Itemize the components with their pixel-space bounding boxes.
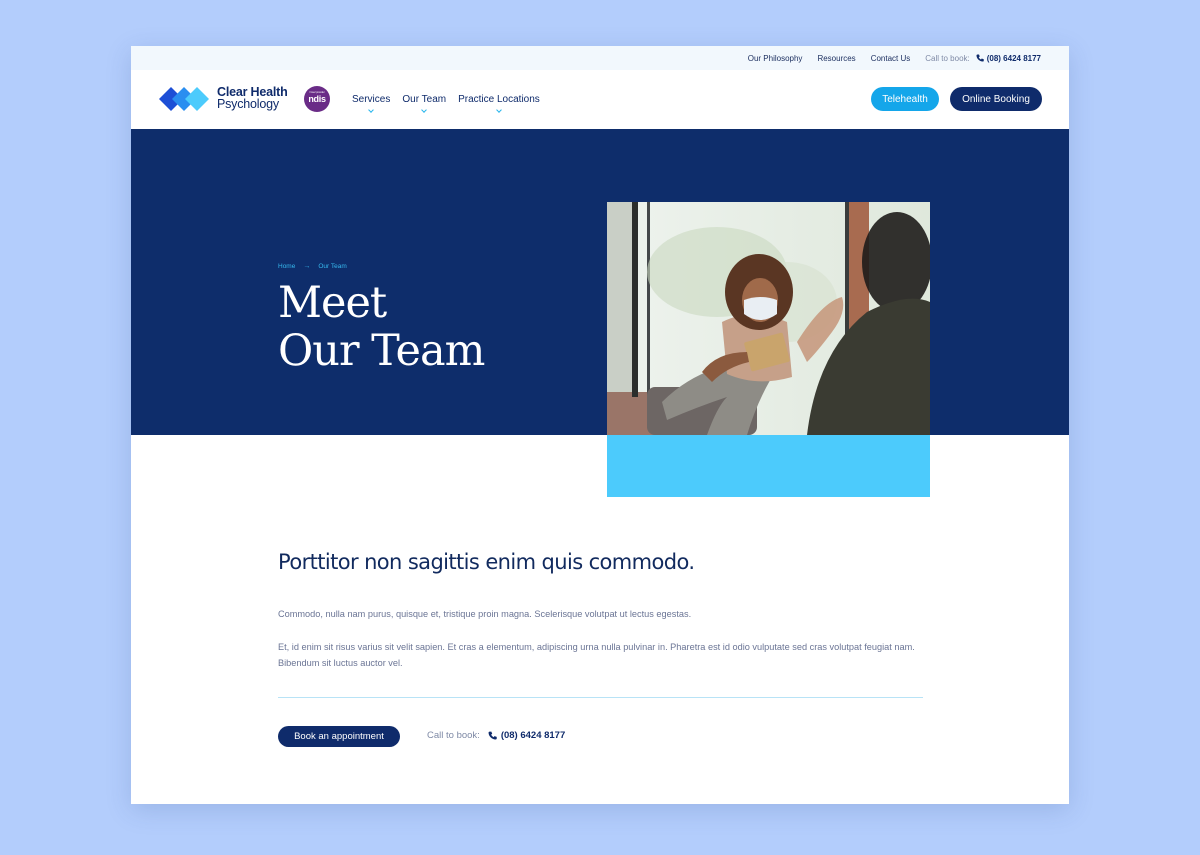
intro-heading: Porttitor non sagittis enim quis commodo… — [278, 550, 695, 574]
webpage-frame: Our Philosophy Resources Contact Us Call… — [131, 46, 1069, 804]
nav-item-label: Practice Locations — [458, 94, 540, 105]
main-nav: Services Our Team Practice Locations — [352, 94, 540, 113]
telehealth-button[interactable]: Telehealth — [871, 87, 939, 111]
brand-name[interactable]: Clear Health Psychology — [217, 86, 288, 111]
book-appointment-button[interactable]: Book an appointment — [278, 726, 400, 747]
page-title-line-2: Our Team — [278, 326, 485, 376]
masked-psychologist-photo-icon — [607, 202, 930, 435]
intro-paragraph-1: Commodo, nulla nam purus, quisque et, tr… — [278, 609, 692, 619]
decorative-cyan-block — [607, 435, 930, 497]
ndis-small-text: I love/ provider — [309, 90, 325, 94]
utility-link-contact[interactable]: Contact Us — [871, 54, 911, 63]
chevron-down-icon — [496, 107, 502, 113]
page-title-line-1: Meet — [278, 278, 387, 328]
phone-icon — [488, 731, 497, 740]
utility-link-resources[interactable]: Resources — [817, 54, 855, 63]
utility-call-label: Call to book: — [925, 53, 970, 63]
breadcrumb: Home → Our Team — [278, 263, 347, 270]
utility-bar: Our Philosophy Resources Contact Us Call… — [131, 46, 1069, 70]
chevron-down-icon — [421, 107, 428, 113]
online-booking-button[interactable]: Online Booking — [950, 87, 1042, 111]
utility-phone-number: (08) 6424 8177 — [986, 53, 1041, 63]
utility-link-philosophy[interactable]: Our Philosophy — [748, 54, 803, 63]
nav-item-practice-locations[interactable]: Practice Locations — [458, 94, 540, 113]
call-to-book-label: Call to book: — [427, 730, 480, 741]
breadcrumb-current: Our Team — [318, 263, 347, 270]
site-header: Clear Health Psychology I love/ provider… — [131, 70, 1069, 129]
ndis-logo: I love/ provider ndis — [304, 86, 330, 112]
chevron-down-icon — [368, 107, 375, 113]
call-phone-link[interactable]: (08) 6424 8177 — [488, 730, 565, 741]
call-to-book: Call to book: (08) 6424 8177 — [427, 730, 565, 741]
team-photo — [607, 202, 930, 435]
utility-phone-link[interactable]: (08) 6424 8177 — [976, 54, 1041, 63]
intro-paragraph-2: Et, id enim sit risus varius sit velit s… — [278, 642, 915, 668]
arrow-right-icon: → — [303, 263, 311, 270]
content-divider — [278, 697, 923, 698]
phone-icon — [976, 54, 984, 62]
clear-health-logo-icon[interactable] — [159, 87, 211, 111]
ndis-label: ndis — [308, 94, 326, 104]
breadcrumb-home[interactable]: Home — [278, 263, 295, 270]
brand-line-2: Psychology — [217, 97, 279, 111]
nav-item-our-team[interactable]: Our Team — [402, 94, 447, 113]
call-phone-number: (08) 6424 8177 — [500, 730, 566, 741]
nav-item-services[interactable]: Services — [352, 94, 391, 113]
nav-item-label: Our Team — [402, 94, 447, 105]
nav-item-label: Services — [352, 94, 391, 105]
page-title: Meet Our Team — [278, 278, 485, 376]
